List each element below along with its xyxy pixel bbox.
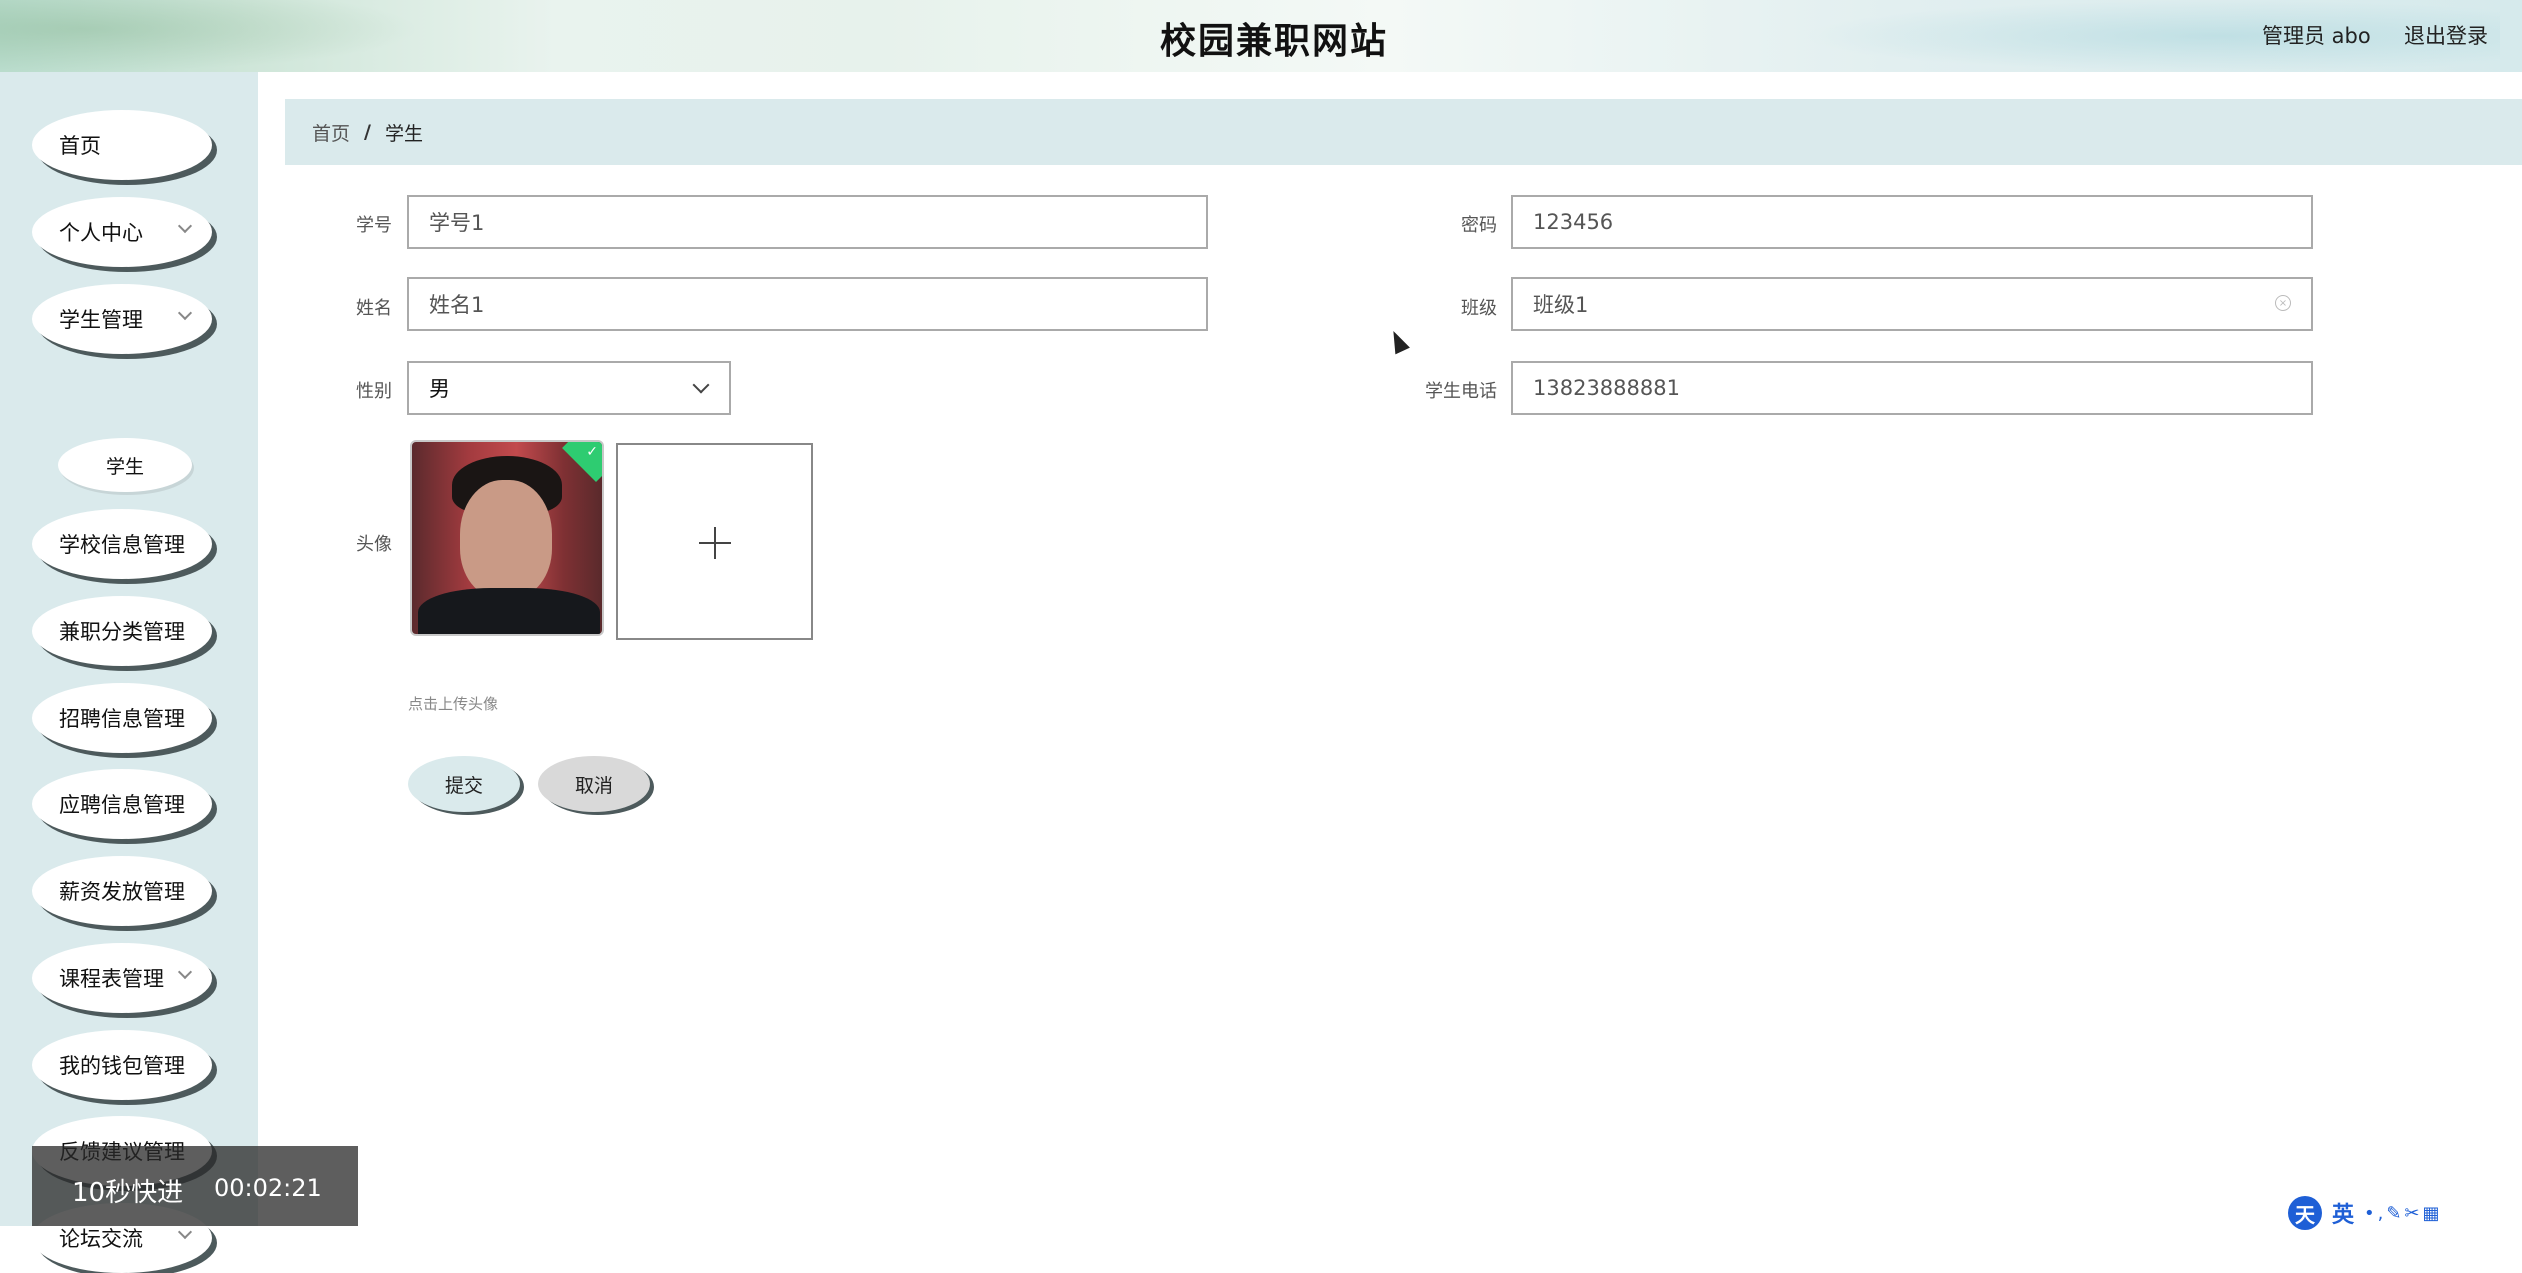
- submit-button[interactable]: 提交: [408, 756, 520, 812]
- sidebar-item-schedule[interactable]: 课程表管理: [32, 943, 212, 1013]
- avatar-label: 头像: [356, 534, 392, 555]
- gender-value: 男: [429, 377, 450, 401]
- breadcrumb: 首页 / 学生: [285, 99, 2522, 165]
- header-decoration: [1800, 0, 2500, 72]
- sidebar-subitem-student[interactable]: 学生: [58, 438, 192, 492]
- sidebar-item-label: 论坛交流: [59, 1227, 143, 1251]
- sidebar-item-application[interactable]: 应聘信息管理: [32, 769, 212, 839]
- chevron-down-icon: [177, 305, 193, 321]
- current-user: 管理员 abo: [2262, 24, 2371, 48]
- playback-time: 00:02:21: [214, 1174, 322, 1202]
- password-input[interactable]: 123456: [1511, 195, 2313, 249]
- avatar-upload-hint: 点击上传头像: [408, 695, 499, 713]
- sidebar-item-wallet[interactable]: 我的钱包管理: [32, 1030, 212, 1100]
- password-value: 123456: [1533, 210, 1614, 234]
- ime-mode-toggle[interactable]: 英: [2332, 1197, 2354, 1229]
- phone-input[interactable]: 13823888881: [1511, 361, 2313, 415]
- breadcrumb-current: 学生: [384, 122, 423, 145]
- cancel-button[interactable]: 取消: [538, 756, 650, 812]
- breadcrumb-home[interactable]: 首页: [312, 119, 350, 146]
- ime-tools-icon[interactable]: •,✎✂▦: [2364, 1203, 2443, 1224]
- sidebar-item-personal-center[interactable]: 个人中心: [32, 197, 212, 267]
- sidebar-item-recruitment[interactable]: 招聘信息管理: [32, 683, 212, 753]
- sidebar-item-label: 招聘信息管理: [59, 707, 185, 731]
- chevron-down-icon: [177, 218, 193, 234]
- name-value: 姓名1: [429, 293, 485, 317]
- sidebar-item-label: 学生管理: [59, 308, 143, 332]
- plus-icon: [714, 527, 716, 559]
- fast-forward-button[interactable]: 10秒快进: [72, 1172, 183, 1209]
- ime-toolbar: 天 英 •,✎✂▦: [2288, 1196, 2522, 1230]
- avatar-image[interactable]: ✓: [410, 440, 604, 636]
- mouse-cursor-icon: [1386, 327, 1410, 355]
- sidebar-item-label: 个人中心: [59, 221, 143, 245]
- avatar-upload-button[interactable]: [616, 443, 813, 640]
- video-overlay: 10秒快进 00:02:21: [32, 1146, 358, 1226]
- header-decoration: [0, 0, 420, 72]
- sidebar-item-student-management[interactable]: 学生管理: [32, 284, 212, 354]
- name-input[interactable]: 姓名1: [407, 277, 1208, 331]
- class-input[interactable]: 班级1 ×: [1511, 277, 2313, 331]
- sidebar-item-label: 兼职分类管理: [59, 620, 185, 644]
- sidebar-item-label: 首页: [59, 134, 101, 158]
- sidebar-item-label: 应聘信息管理: [59, 793, 185, 817]
- gender-select[interactable]: 男: [407, 361, 731, 415]
- chevron-down-icon: [177, 964, 193, 980]
- student-id-value: 学号1: [429, 211, 485, 235]
- chevron-down-icon: [692, 376, 710, 394]
- sidebar-item-label: 学校信息管理: [59, 533, 185, 557]
- sidebar-item-school-info[interactable]: 学校信息管理: [32, 509, 212, 579]
- checkmark-icon: ✓: [586, 444, 598, 460]
- top-header: 校园兼职网站 管理员 abo 退出登录: [0, 0, 2522, 72]
- sidebar-item-label: 课程表管理: [59, 967, 164, 991]
- logout-link[interactable]: 退出登录: [2404, 20, 2488, 50]
- ime-logo-icon[interactable]: 天: [2288, 1196, 2322, 1230]
- avatar-face: [460, 480, 552, 598]
- password-label: 密码: [1461, 215, 1497, 236]
- student-id-label: 学号: [356, 215, 392, 236]
- sidebar: 首页 个人中心 学生管理 学生 学校信息管理 兼职分类管理 招聘信息管理 应聘信…: [0, 72, 258, 1273]
- name-label: 姓名: [356, 298, 392, 319]
- class-label: 班级: [1461, 298, 1497, 319]
- clear-icon[interactable]: ×: [2275, 295, 2291, 311]
- gender-label: 性别: [356, 381, 392, 402]
- site-title: 校园兼职网站: [1160, 21, 1389, 62]
- sidebar-item-label: 薪资发放管理: [59, 880, 185, 904]
- class-value: 班级1: [1533, 293, 1589, 317]
- sidebar-item-salary[interactable]: 薪资发放管理: [32, 856, 212, 926]
- avatar-body: [418, 588, 600, 634]
- chevron-down-icon: [177, 1224, 193, 1240]
- student-id-input[interactable]: 学号1: [407, 195, 1208, 249]
- sidebar-item-job-category[interactable]: 兼职分类管理: [32, 596, 212, 666]
- sidebar-item-label: 我的钱包管理: [59, 1054, 185, 1078]
- breadcrumb-separator: /: [364, 121, 371, 143]
- sidebar-item-home[interactable]: 首页: [32, 110, 212, 180]
- phone-label: 学生电话: [1425, 381, 1497, 402]
- phone-value: 13823888881: [1533, 376, 1680, 400]
